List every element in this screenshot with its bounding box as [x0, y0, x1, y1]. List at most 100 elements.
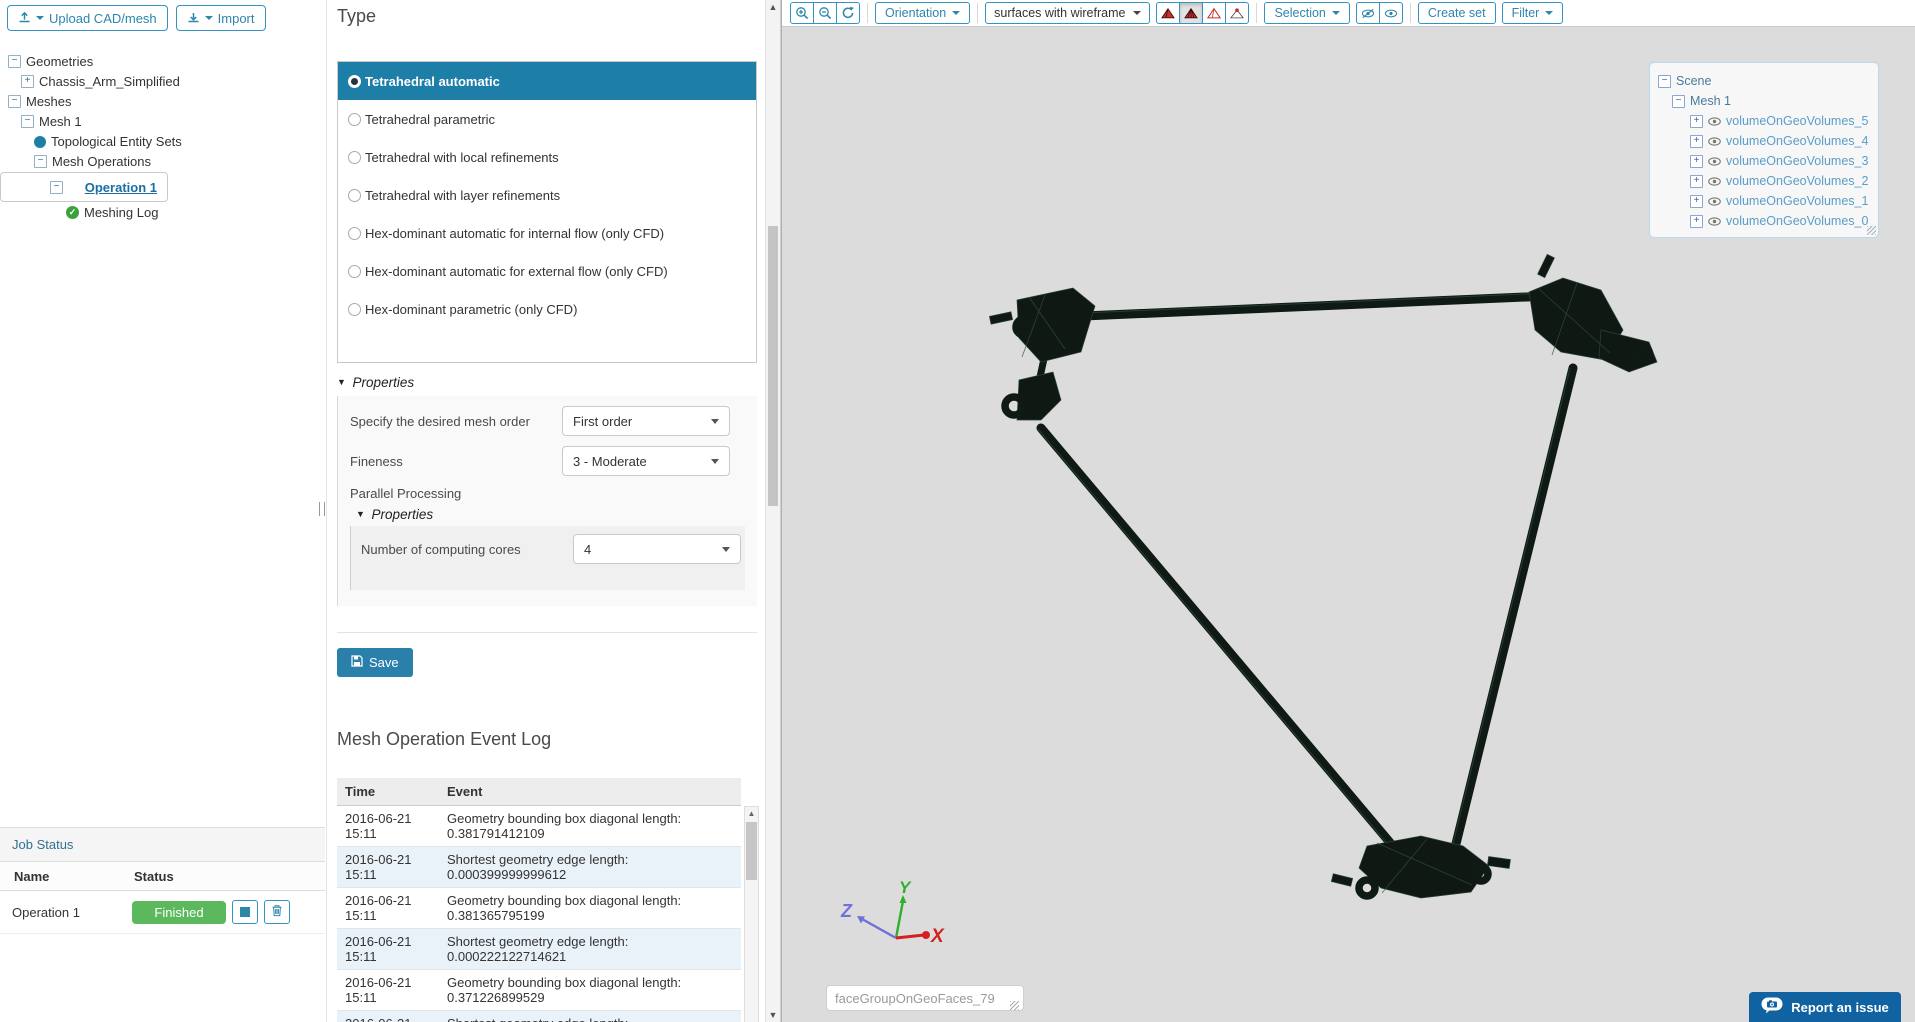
- visibility-eye-icon[interactable]: [1708, 136, 1721, 146]
- tree-plus-icon[interactable]: +: [1690, 214, 1703, 228]
- mesh-type-option-tetrahedral-with-layer-refinements[interactable]: Tetrahedral with layer refinements: [338, 176, 756, 214]
- event-log-scrollbar[interactable]: ▲: [744, 806, 759, 1022]
- panel-resize-grip[interactable]: [319, 502, 325, 516]
- fineness-select[interactable]: 3 - Moderate: [562, 446, 730, 476]
- orientation-button[interactable]: Orientation: [875, 2, 971, 24]
- volume-label[interactable]: volumeOnGeoVolumes_4: [1726, 134, 1868, 148]
- scroll-up-icon[interactable]: ▲: [745, 807, 758, 820]
- properties-header[interactable]: ▼ Properties: [337, 375, 765, 390]
- nested-properties-header[interactable]: ▼ Properties: [356, 507, 745, 522]
- render-mode-select[interactable]: surfaces with wireframe: [985, 2, 1151, 24]
- hide-selected-button[interactable]: [1355, 2, 1380, 24]
- mesh-type-option-tetrahedral-with-local-refinements[interactable]: Tetrahedral with local refinements: [338, 138, 756, 176]
- upload-cad-button[interactable]: Upload CAD/mesh: [7, 5, 168, 31]
- volume-label[interactable]: volumeOnGeoVolumes_2: [1726, 174, 1868, 188]
- import-caret-icon: [204, 16, 213, 20]
- tree-minus-icon[interactable]: −: [21, 115, 34, 128]
- toolbar-separator: [1256, 3, 1258, 23]
- visibility-eye-icon[interactable]: [1708, 216, 1721, 226]
- show-all-button[interactable]: [1378, 2, 1403, 24]
- render-wireframe-button[interactable]: [1202, 2, 1227, 24]
- tree-plus-icon[interactable]: +: [1690, 114, 1703, 128]
- delete-job-button[interactable]: [264, 900, 290, 924]
- tree-minus-icon[interactable]: −: [8, 55, 21, 68]
- 3d-canvas[interactable]: − Scene − Mesh 1 + volumeOnGeoVolumes_5 + v…: [782, 27, 1915, 1022]
- visibility-eye-icon[interactable]: [1708, 156, 1721, 166]
- scene-volume-item[interactable]: + volumeOnGeoVolumes_0: [1650, 211, 1878, 231]
- mesh-type-option-hex-dominant-parametric-only-cfd[interactable]: Hex-dominant parametric (only CFD): [338, 290, 756, 328]
- tree-item-mesh-operations[interactable]: − Mesh Operations: [0, 152, 325, 171]
- input-resize-handle[interactable]: [1010, 1001, 1019, 1010]
- tree-item-label[interactable]: Operation 1: [85, 180, 157, 195]
- mesh-order-select[interactable]: First order: [562, 406, 730, 436]
- tree-plus-icon[interactable]: +: [1690, 174, 1703, 188]
- face-group-input[interactable]: [826, 985, 1024, 1011]
- scene-mesh-item[interactable]: − Mesh 1: [1650, 91, 1878, 111]
- scene-root-label[interactable]: Scene: [1676, 74, 1711, 88]
- overlay-resize-handle[interactable]: [1867, 226, 1876, 235]
- tree-plus-icon[interactable]: +: [1690, 154, 1703, 168]
- volume-label[interactable]: volumeOnGeoVolumes_0: [1726, 214, 1868, 228]
- tree-plus-icon[interactable]: +: [1690, 134, 1703, 148]
- save-button[interactable]: Save: [337, 648, 413, 677]
- zoom-in-button[interactable]: [790, 2, 814, 24]
- render-surfaces-wireframe-button[interactable]: [1179, 2, 1204, 24]
- volume-label[interactable]: volumeOnGeoVolumes_1: [1726, 194, 1868, 208]
- stop-job-button[interactable]: [232, 900, 258, 924]
- tree-item-label[interactable]: Topological Entity Sets: [51, 134, 182, 149]
- tree-item-label[interactable]: Chassis_Arm_Simplified: [39, 74, 180, 89]
- tree-item-label[interactable]: Mesh Operations: [52, 154, 151, 169]
- tree-minus-icon[interactable]: −: [1658, 74, 1671, 88]
- scene-volume-item[interactable]: + volumeOnGeoVolumes_1: [1650, 191, 1878, 211]
- scene-root-item[interactable]: − Scene: [1650, 71, 1878, 91]
- tree-item-label[interactable]: Geometries: [26, 54, 93, 69]
- settings-panel-scrollbar[interactable]: ▲ ▼: [765, 0, 781, 1022]
- tree-item-label[interactable]: Meshes: [26, 94, 72, 109]
- tree-minus-icon[interactable]: −: [34, 155, 47, 168]
- mesh-type-option-hex-dominant-automatic-for-internal-flow-only-cfd[interactable]: Hex-dominant automatic for internal flow…: [338, 214, 756, 252]
- report-issue-button[interactable]: Report an issue: [1749, 992, 1901, 1022]
- tree-item-label[interactable]: Mesh 1: [39, 114, 82, 129]
- tree-item-geometries[interactable]: − Geometries: [0, 52, 325, 71]
- visibility-eye-icon[interactable]: [1708, 196, 1721, 206]
- render-surfaces-button[interactable]: [1156, 2, 1181, 24]
- scene-volume-item[interactable]: + volumeOnGeoVolumes_2: [1650, 171, 1878, 191]
- render-points-button[interactable]: [1225, 2, 1250, 24]
- scrollbar-thumb[interactable]: [746, 822, 757, 880]
- filter-button[interactable]: Filter: [1501, 2, 1564, 24]
- caret-down-icon: [1133, 11, 1142, 15]
- mesh-type-option-tetrahedral-parametric[interactable]: Tetrahedral parametric: [338, 100, 756, 138]
- tree-plus-icon[interactable]: +: [21, 75, 34, 88]
- tree-minus-icon[interactable]: −: [50, 180, 63, 194]
- zoom-out-button[interactable]: [813, 2, 837, 24]
- volume-label[interactable]: volumeOnGeoVolumes_3: [1726, 154, 1868, 168]
- import-button[interactable]: Import: [175, 5, 266, 31]
- computing-cores-value: 4: [584, 541, 592, 557]
- refresh-view-button[interactable]: [836, 2, 860, 24]
- scene-volume-item[interactable]: + volumeOnGeoVolumes_5: [1650, 111, 1878, 131]
- tree-item-mesh-1[interactable]: − Mesh 1: [0, 112, 325, 131]
- tree-plus-icon[interactable]: +: [1690, 194, 1703, 208]
- scene-volume-item[interactable]: + volumeOnGeoVolumes_4: [1650, 131, 1878, 151]
- scene-mesh-label[interactable]: Mesh 1: [1690, 94, 1731, 108]
- tree-item-operation-1[interactable]: − Operation 1: [0, 172, 168, 202]
- scroll-down-icon[interactable]: ▼: [766, 1010, 780, 1020]
- computing-cores-select[interactable]: 4: [573, 534, 741, 564]
- mesh-type-option-hex-dominant-automatic-for-external-flow-only-cfd[interactable]: Hex-dominant automatic for external flow…: [338, 252, 756, 290]
- visibility-eye-icon[interactable]: [1708, 116, 1721, 126]
- create-set-button[interactable]: Create set: [1417, 2, 1496, 24]
- selection-button[interactable]: Selection: [1264, 2, 1350, 24]
- tree-item-meshes[interactable]: − Meshes: [0, 92, 325, 111]
- tree-item-topological-entity-sets[interactable]: Topological Entity Sets: [0, 132, 325, 151]
- scene-volume-item[interactable]: + volumeOnGeoVolumes_3: [1650, 151, 1878, 171]
- volume-label[interactable]: volumeOnGeoVolumes_5: [1726, 114, 1868, 128]
- tree-minus-icon[interactable]: −: [1672, 94, 1685, 108]
- mesh-type-option-tetrahedral-automatic[interactable]: Tetrahedral automatic: [338, 62, 756, 100]
- tree-item-label[interactable]: Meshing Log: [84, 205, 158, 220]
- tree-minus-icon[interactable]: −: [8, 95, 21, 108]
- tree-item-chassis-arm-simplified[interactable]: + Chassis_Arm_Simplified: [0, 72, 325, 91]
- scrollbar-thumb[interactable]: [768, 226, 778, 506]
- tree-item-meshing-log[interactable]: ✓ Meshing Log: [0, 203, 325, 222]
- scroll-up-icon[interactable]: ▲: [766, 2, 780, 12]
- visibility-eye-icon[interactable]: [1708, 176, 1721, 186]
